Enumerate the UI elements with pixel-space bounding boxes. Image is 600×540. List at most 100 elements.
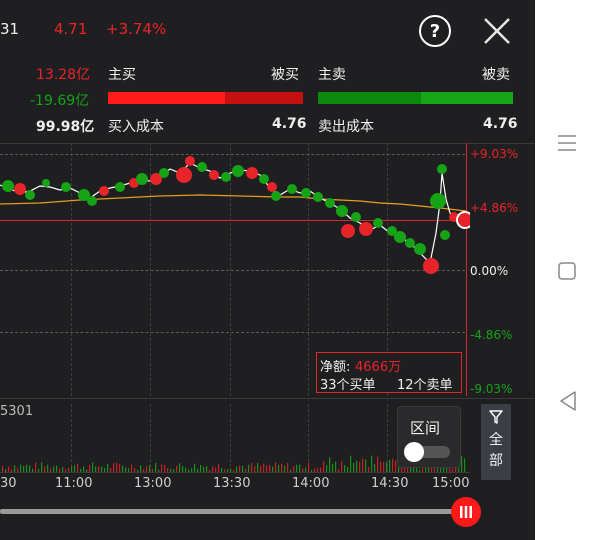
volume-bar <box>131 464 133 472</box>
volume-bar <box>257 462 259 472</box>
filter-label-1: 全 <box>489 432 503 448</box>
trade-dot <box>2 180 14 192</box>
y-label-upper: +4.86% <box>470 201 519 215</box>
volume-bar <box>281 463 283 472</box>
stock-code-fragment: 31 <box>0 20 20 38</box>
y-label-top: +9.03% <box>470 147 519 161</box>
filter-icon <box>489 410 503 424</box>
volume-bar <box>41 462 43 472</box>
net-value: 4666万 <box>355 360 402 375</box>
system-nav-bar <box>535 0 600 540</box>
trade-dot <box>351 212 361 222</box>
volume-bar <box>326 465 328 472</box>
volume-bar <box>107 464 109 472</box>
trade-dot <box>336 205 348 217</box>
trade-dot <box>176 167 192 183</box>
trade-dot <box>430 193 446 209</box>
time-slider-track[interactable] <box>0 509 460 514</box>
net-amount-box: 净额: 4666万 33个买单 12个卖单 <box>316 352 462 393</box>
filter-label-2: 部 <box>489 453 503 469</box>
volume-bar <box>92 462 94 472</box>
avg-price-line <box>0 194 467 212</box>
volume-bar <box>356 460 358 472</box>
trade-dot <box>115 182 125 192</box>
y-label-bottom: -9.03% <box>470 382 513 396</box>
time-label: 30 <box>0 476 17 491</box>
volume-bar <box>26 464 28 472</box>
volume-bar <box>392 458 394 472</box>
volume-bar <box>341 460 343 472</box>
trade-dot <box>341 224 355 238</box>
trade-dot <box>359 222 373 236</box>
trade-dot <box>287 184 297 194</box>
volume-bar <box>263 463 265 472</box>
volume-bar <box>359 461 361 472</box>
range-toggle-knob[interactable] <box>404 442 424 462</box>
help-icon[interactable]: ? <box>418 14 452 48</box>
svg-text:?: ? <box>430 21 440 42</box>
trade-dot <box>99 186 109 196</box>
volume-bar <box>179 463 181 472</box>
home-icon[interactable] <box>558 262 576 284</box>
volume-bar <box>155 462 157 472</box>
volume-bar <box>149 465 151 472</box>
volume-bar <box>47 464 49 472</box>
sell-bar <box>318 92 513 104</box>
trade-dot <box>437 164 447 174</box>
volume-bar <box>332 463 334 472</box>
time-label: 14:30 <box>371 476 409 491</box>
range-label: 区间 <box>410 419 441 437</box>
trade-dot <box>267 182 277 192</box>
close-icon[interactable] <box>482 16 512 46</box>
volume-bar <box>350 455 352 472</box>
volume-bar <box>371 455 373 472</box>
volume-bar <box>380 461 382 472</box>
volume-bar <box>251 462 253 472</box>
trade-dot <box>325 198 335 208</box>
change-percent: +3.74% <box>106 20 167 38</box>
sell-cost-value: 4.76 <box>483 116 518 132</box>
passive-buy-label: 被买 <box>271 67 299 83</box>
back-icon[interactable] <box>559 391 577 415</box>
trade-dot <box>209 170 219 180</box>
volume-bar <box>383 461 385 472</box>
main-buy-amount: 13.28亿 <box>36 67 91 83</box>
sell-bar-main <box>318 92 422 104</box>
net-label: 净额: <box>320 360 351 375</box>
volume-bar <box>335 461 337 472</box>
volume-bar <box>344 465 346 472</box>
volume-bar <box>248 464 250 472</box>
trade-dot <box>159 168 169 178</box>
volume-bar <box>194 463 196 472</box>
volume-bar <box>218 464 220 472</box>
volume-bar <box>275 462 277 472</box>
trade-dot <box>405 238 415 248</box>
trade-dot <box>42 179 50 187</box>
sell-cost-label: 卖出成本 <box>318 119 374 135</box>
trade-dot <box>440 230 450 240</box>
trade-dot <box>313 192 323 202</box>
time-slider-handle[interactable] <box>451 497 481 527</box>
volume-bar <box>116 462 118 472</box>
volume-bar <box>299 464 301 472</box>
trade-dot <box>25 190 35 200</box>
time-label: 13:30 <box>213 476 251 491</box>
volume-bar <box>140 465 142 472</box>
trade-dot <box>221 172 231 182</box>
volume-bar <box>278 464 280 472</box>
time-label: 11:00 <box>55 476 93 491</box>
trade-dot-current <box>456 211 470 229</box>
trade-dot <box>373 218 383 228</box>
menu-icon[interactable] <box>557 134 577 156</box>
range-select-button[interactable]: 区间 <box>397 406 461 468</box>
volume-bar <box>308 462 310 472</box>
trade-dot <box>423 258 439 274</box>
volume-bar <box>329 457 331 472</box>
volume-bar <box>89 464 91 472</box>
volume-bar <box>287 462 289 472</box>
volume-bar <box>35 462 37 472</box>
trade-dot <box>87 196 97 206</box>
trade-dot <box>414 243 426 255</box>
filter-all-button[interactable]: 全 部 <box>481 404 511 480</box>
trade-dot <box>246 167 258 179</box>
